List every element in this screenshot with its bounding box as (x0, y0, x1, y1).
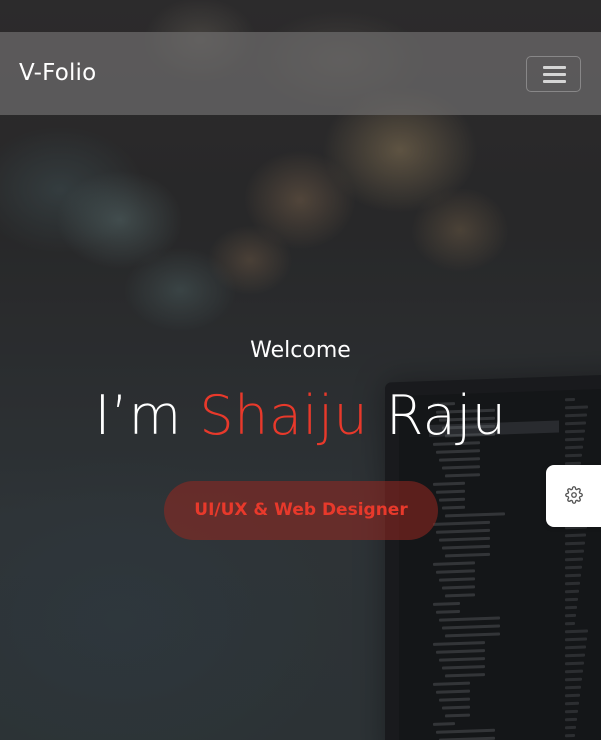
welcome-text: Welcome (250, 338, 351, 363)
hamburger-menu-icon (543, 66, 566, 69)
page: V-Folio Welcome I’m Shaiju Raju UI/UX & … (0, 0, 601, 740)
menu-toggle-button[interactable] (526, 56, 581, 92)
brand-logo[interactable]: V-Folio (19, 32, 96, 115)
headline-highlight: Shaiju (199, 384, 369, 447)
navbar: V-Folio (0, 32, 601, 115)
headline-prefix: I’m (94, 384, 200, 447)
hero-headline: I’m Shaiju Raju (0, 383, 601, 449)
headline-suffix: Raju (368, 384, 507, 447)
gear-icon (565, 486, 583, 504)
role-badge: UI/UX & Web Designer (164, 481, 438, 540)
settings-toggle-button[interactable] (546, 465, 601, 527)
hamburger-menu-icon (543, 80, 566, 83)
hamburger-menu-icon (543, 73, 566, 76)
